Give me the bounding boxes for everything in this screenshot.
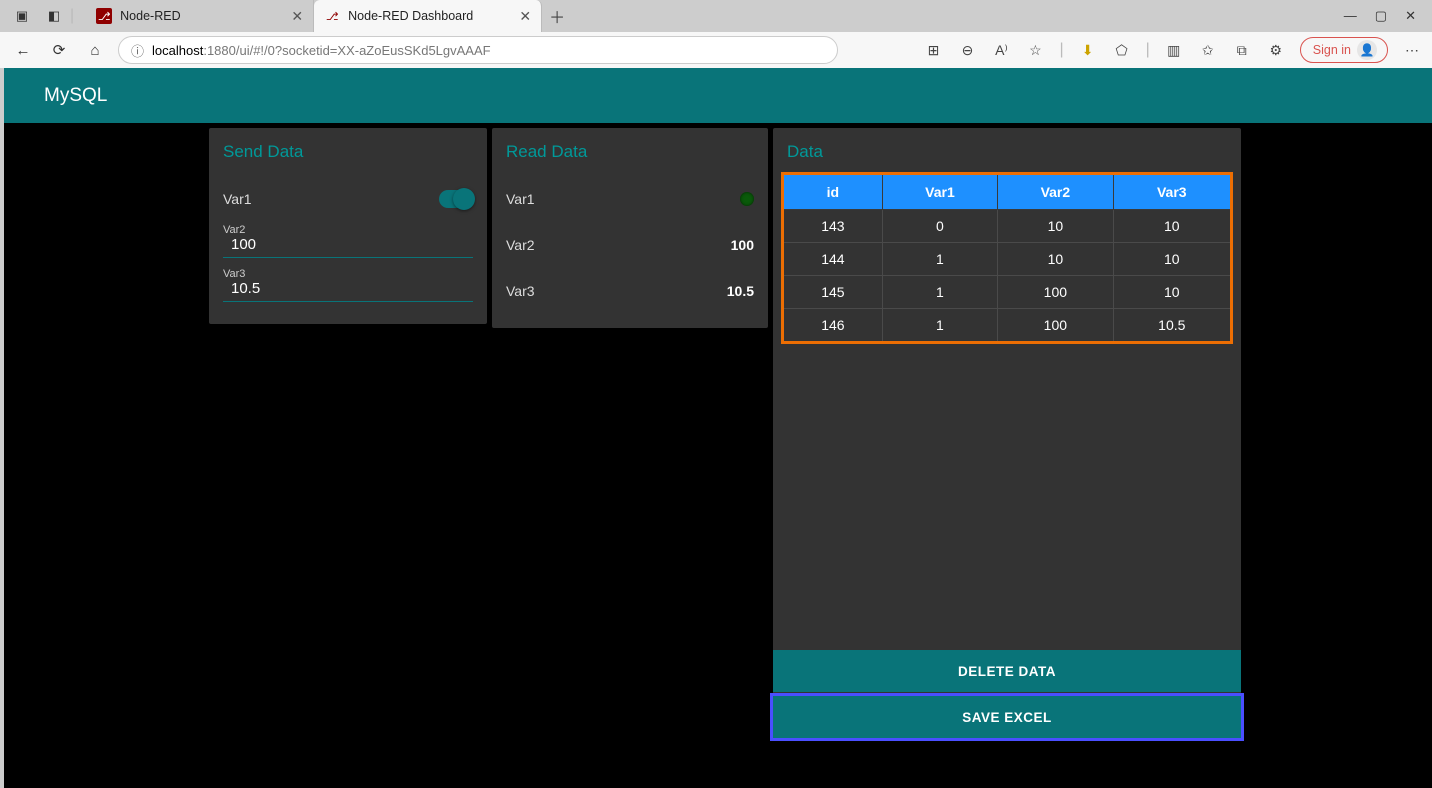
var2-value: 100 xyxy=(223,236,473,253)
var3-label: Var3 xyxy=(506,283,727,299)
app-icon[interactable]: ⊞ xyxy=(923,40,943,60)
url-path: :1880/ui/#!/0?socketid=XX-aZoEusSKd5LgvA… xyxy=(203,43,490,58)
tab-node-red-dashboard[interactable]: ⎇ Node-RED Dashboard ✕ xyxy=(314,0,542,32)
var2-input[interactable]: Var2 100 xyxy=(223,222,473,258)
window-close-icon[interactable]: ✕ xyxy=(1405,8,1416,24)
table-cell: 100 xyxy=(998,309,1113,343)
table-row: 145110010 xyxy=(783,276,1232,309)
save-excel-button[interactable]: SAVE EXCEL xyxy=(773,696,1241,738)
sign-in-label: Sign in xyxy=(1313,43,1351,57)
favorites-icon[interactable]: ✩ xyxy=(1198,40,1218,60)
card-title: Send Data xyxy=(209,128,487,172)
var1-status-dot xyxy=(740,192,754,206)
zoom-icon[interactable]: ⊖ xyxy=(957,40,977,60)
maximize-icon[interactable]: ▢ xyxy=(1375,8,1387,24)
var1-label: Var1 xyxy=(506,191,740,207)
divider: | xyxy=(1146,41,1150,59)
divider: | xyxy=(70,7,74,25)
back-button[interactable]: ← xyxy=(10,37,36,63)
url-host: localhost xyxy=(152,43,203,58)
more-icon[interactable]: ⋯ xyxy=(1402,40,1422,60)
table-cell: 145 xyxy=(783,276,883,309)
table-cell: 1 xyxy=(882,276,997,309)
card-send-data: Send Data Var1 Var2 100 Var3 10.5 xyxy=(209,128,487,324)
table-row: 14301010 xyxy=(783,210,1232,243)
read-aloud-icon[interactable]: A⁾ xyxy=(991,40,1011,60)
table-cell: 1 xyxy=(882,243,997,276)
table-row: 146110010.5 xyxy=(783,309,1232,343)
table-cell: 10 xyxy=(998,210,1113,243)
table-cell: 144 xyxy=(783,243,883,276)
card-data: Data idVar1Var2Var3 14301010144110101451… xyxy=(773,128,1241,738)
var2-label: Var2 xyxy=(223,224,473,236)
downloads-icon[interactable]: ⬇ xyxy=(1078,40,1098,60)
table-cell: 1 xyxy=(882,309,997,343)
var1-label: Var1 xyxy=(223,191,439,207)
column-header[interactable]: Var3 xyxy=(1113,174,1231,210)
favorite-icon[interactable]: ☆ xyxy=(1025,40,1045,60)
workspace-icon[interactable]: ▣ xyxy=(12,6,32,26)
var2-value: 100 xyxy=(731,237,754,253)
sign-in-button[interactable]: Sign in 👤 xyxy=(1300,37,1388,63)
data-table: idVar1Var2Var3 1430101014411010145110010… xyxy=(781,172,1233,344)
tab-overview-icon[interactable]: ◧ xyxy=(44,6,64,26)
column-header[interactable]: Var2 xyxy=(998,174,1113,210)
table-cell: 143 xyxy=(783,210,883,243)
card-title: Data xyxy=(773,128,1241,172)
avatar-icon: 👤 xyxy=(1357,40,1377,60)
page-title: MySQL xyxy=(4,68,1432,123)
tab-strip: ⎇ Node-RED ✕ ⎇ Node-RED Dashboard ✕ ＋ xyxy=(86,0,1344,32)
delete-data-button[interactable]: DELETE DATA xyxy=(773,650,1241,692)
card-title: Read Data xyxy=(492,128,768,172)
tab-label: Node-RED xyxy=(120,9,180,23)
tab-label: Node-RED Dashboard xyxy=(348,9,473,23)
table-cell: 10 xyxy=(1113,276,1231,309)
performance-icon[interactable]: ⚙ xyxy=(1266,40,1286,60)
table-cell: 10 xyxy=(998,243,1113,276)
table-row: 14411010 xyxy=(783,243,1232,276)
close-icon[interactable]: ✕ xyxy=(519,8,531,25)
divider: | xyxy=(1059,41,1063,59)
var3-value: 10.5 xyxy=(727,283,754,299)
favicon-node-red-dashboard: ⎇ xyxy=(324,8,340,24)
table-cell: 10 xyxy=(1113,210,1231,243)
minimize-icon[interactable]: — xyxy=(1344,8,1357,24)
address-bar[interactable]: ⓘ localhost:1880/ui/#!/0?socketid=XX-aZo… xyxy=(118,36,838,64)
collections-icon[interactable]: ⧉ xyxy=(1232,40,1252,60)
column-header[interactable]: id xyxy=(783,174,883,210)
var2-label: Var2 xyxy=(506,237,731,253)
sidebar-icon[interactable]: ▥ xyxy=(1164,40,1184,60)
tab-node-red[interactable]: ⎇ Node-RED ✕ xyxy=(86,0,314,32)
extensions-icon[interactable]: ⬠ xyxy=(1112,40,1132,60)
home-button[interactable]: ⌂ xyxy=(82,37,108,63)
favicon-node-red: ⎇ xyxy=(96,8,112,24)
new-tab-button[interactable]: ＋ xyxy=(542,0,572,32)
var3-label: Var3 xyxy=(223,268,473,280)
table-cell: 10.5 xyxy=(1113,309,1231,343)
close-icon[interactable]: ✕ xyxy=(291,8,303,25)
info-icon[interactable]: ⓘ xyxy=(131,41,144,60)
table-cell: 146 xyxy=(783,309,883,343)
var3-input[interactable]: Var3 10.5 xyxy=(223,266,473,302)
var1-toggle[interactable] xyxy=(439,190,473,208)
table-cell: 10 xyxy=(1113,243,1231,276)
var3-value: 10.5 xyxy=(223,280,473,297)
table-cell: 100 xyxy=(998,276,1113,309)
table-cell: 0 xyxy=(882,210,997,243)
card-read-data: Read Data Var1 Var2 100 Var3 10.5 xyxy=(492,128,768,328)
refresh-button[interactable]: ⟳ xyxy=(46,37,72,63)
toggle-knob xyxy=(453,188,475,210)
column-header[interactable]: Var1 xyxy=(882,174,997,210)
